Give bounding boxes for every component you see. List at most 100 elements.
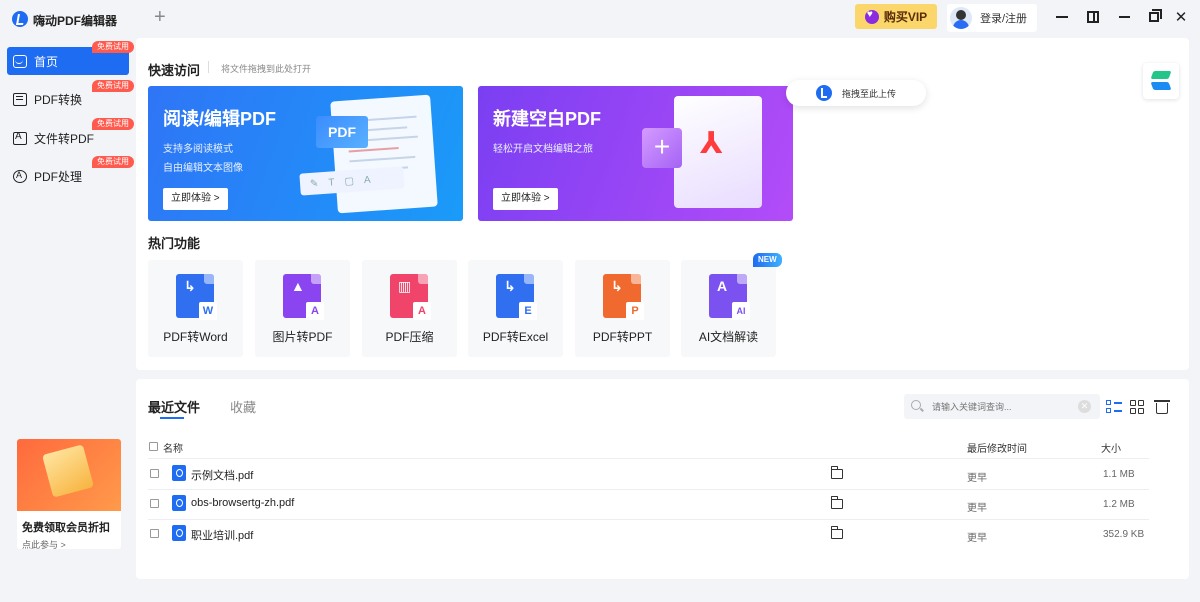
grid-view-icon[interactable]	[1130, 399, 1146, 415]
tab-underline	[160, 417, 184, 419]
trash-icon[interactable]	[1154, 400, 1170, 414]
file-to-pdf-icon	[13, 131, 27, 145]
upload-icon	[816, 85, 832, 101]
drag-upload-button[interactable]: 拖拽至此上传	[786, 80, 926, 106]
open-folder-icon[interactable]	[830, 526, 843, 539]
sidebar-item-label: PDF处理	[34, 169, 83, 184]
feature-pdf-compress[interactable]: ▥ A PDF压缩	[362, 260, 457, 357]
pdf-to-word-icon: ↳ W	[176, 274, 217, 320]
vip-diamond-icon	[864, 9, 879, 24]
pdf-file-icon	[172, 465, 186, 481]
feature-label: AI文档解读	[698, 330, 759, 344]
tab-recent-files[interactable]: 最近文件	[148, 397, 200, 416]
search-input[interactable]	[904, 394, 1100, 419]
title-bar: 嗨动PDF编辑器 + 购买VIP 登录/注册 ✕	[0, 0, 1200, 38]
image-to-pdf-icon: ▲ A	[283, 274, 324, 320]
table-row[interactable]: 示例文档.pdf 更早 1.1 MB	[148, 459, 1149, 488]
file-modified: 更早	[967, 533, 987, 544]
card-subtitle: 轻松开启文档编辑之旅	[493, 144, 593, 155]
tab-favorites[interactable]: 收藏	[230, 397, 256, 416]
open-folder-icon[interactable]	[830, 496, 843, 509]
acrobat-icon: ⅄	[700, 127, 723, 160]
document-illustration	[330, 94, 438, 214]
feature-label: PDF压缩	[385, 330, 434, 344]
menu-icon[interactable]	[1053, 8, 1071, 26]
feature-ai-document[interactable]: A AI AI文档解读	[681, 260, 776, 357]
pdf-process-icon	[13, 169, 27, 183]
feature-pdf-to-excel[interactable]: ↳ E PDF转Excel	[468, 260, 563, 357]
clear-search-icon[interactable]: ✕	[1078, 400, 1091, 413]
table-row[interactable]: obs-browsertg-zh.pdf 更早 1.2 MB	[148, 489, 1149, 518]
feature-pdf-to-word[interactable]: ↳ W PDF转Word	[148, 260, 243, 357]
floating-app-icon[interactable]	[1143, 63, 1179, 99]
list-view-icon[interactable]	[1106, 399, 1122, 415]
buy-vip-button[interactable]: 购买VIP	[855, 4, 937, 29]
feature-label: PDF转PPT	[592, 330, 653, 344]
feature-label: PDF转Excel	[482, 330, 549, 344]
sidebar-item-label: PDF转换	[34, 92, 83, 107]
search-icon	[911, 400, 921, 410]
pdf-chip: PDF	[316, 116, 368, 148]
free-trial-badge: 免费试用	[92, 118, 134, 130]
row-checkbox[interactable]	[150, 529, 159, 538]
member-promo-card[interactable]: 免费领取会员折扣 点此参与 >	[17, 439, 121, 549]
pdf-to-ppt-icon: ↳ P	[603, 274, 644, 320]
file-name: obs-browsertg-zh.pdf	[191, 497, 295, 509]
file-name: 示例文档.pdf	[191, 470, 254, 482]
quick-access-title: 快速访问	[148, 63, 201, 78]
row-checkbox[interactable]	[150, 499, 159, 508]
column-modified: 最后修改时间	[967, 444, 1027, 455]
pdf-file-icon	[172, 525, 186, 541]
close-icon[interactable]: ✕	[1172, 8, 1190, 26]
layout-icon[interactable]	[1084, 8, 1102, 26]
feature-image-to-pdf[interactable]: ▲ A 图片转PDF	[255, 260, 350, 357]
restore-icon[interactable]	[1145, 8, 1163, 26]
file-size: 1.1 MB	[1103, 469, 1135, 480]
card-subtitle: 自由编辑文本图像	[163, 163, 243, 174]
read-edit-pdf-card[interactable]: 阅读/编辑PDF 支持多阅读模式 自由编辑文本图像 PDF ✎ T ▢ A 立即体验 …	[148, 86, 463, 221]
vip-label: 购买VIP	[883, 10, 928, 24]
convert-icon	[13, 92, 27, 106]
promo-image	[17, 439, 121, 511]
minimize-icon[interactable]	[1115, 8, 1133, 26]
card-title: 新建空白PDF	[493, 109, 601, 129]
pdf-compress-icon: ▥ A	[390, 274, 431, 320]
app-logo-icon	[12, 11, 28, 27]
feature-pdf-to-ppt[interactable]: ↳ P PDF转PPT	[575, 260, 670, 357]
promo-title: 免费领取会员折扣	[22, 522, 110, 534]
column-name: 名称	[163, 444, 183, 455]
drop-hint: 将文件拖拽到此处打开	[221, 64, 312, 74]
try-now-button[interactable]: 立即体验 >	[163, 188, 228, 210]
try-now-button[interactable]: 立即体验 >	[493, 188, 558, 210]
pdf-to-excel-icon: ↳ E	[496, 274, 537, 320]
file-name: 职业培训.pdf	[191, 530, 254, 542]
new-tab-button[interactable]: +	[154, 6, 166, 29]
pdf-file-icon	[172, 495, 186, 511]
file-size: 1.2 MB	[1103, 499, 1135, 510]
login-button[interactable]: 登录/注册	[947, 4, 1037, 32]
new-blank-pdf-card[interactable]: 新建空白PDF 轻松开启文档编辑之旅 ⅄ + 立即体验 >	[478, 86, 793, 221]
table-row[interactable]: 职业培训.pdf 更早 352.9 KB	[148, 519, 1149, 548]
feature-label: 图片转PDF	[272, 330, 333, 344]
free-trial-badge: 免费试用	[92, 80, 134, 92]
card-subtitle: 支持多阅读模式	[163, 144, 233, 155]
sidebar-item-label: 首页	[34, 54, 59, 69]
card-title: 阅读/编辑PDF	[163, 109, 277, 129]
hot-features-title: 热门功能	[148, 236, 201, 251]
divider	[208, 61, 209, 73]
free-trial-badge: 免费试用	[92, 41, 134, 53]
file-modified: 更早	[967, 503, 987, 514]
app-title: 嗨动PDF编辑器	[33, 14, 118, 28]
row-checkbox[interactable]	[150, 469, 159, 478]
feature-label: PDF转Word	[163, 330, 228, 344]
select-all-checkbox[interactable]	[149, 442, 158, 451]
avatar	[950, 7, 972, 29]
sidebar-item-label: 文件转PDF	[34, 131, 95, 146]
plus-icon: +	[642, 128, 682, 168]
login-label: 登录/注册	[980, 13, 1028, 25]
promo-link[interactable]: 点此参与 >	[22, 538, 121, 549]
home-icon	[13, 54, 27, 68]
ai-document-icon: A AI	[709, 274, 750, 320]
file-modified: 更早	[967, 473, 987, 484]
open-folder-icon[interactable]	[830, 466, 843, 479]
